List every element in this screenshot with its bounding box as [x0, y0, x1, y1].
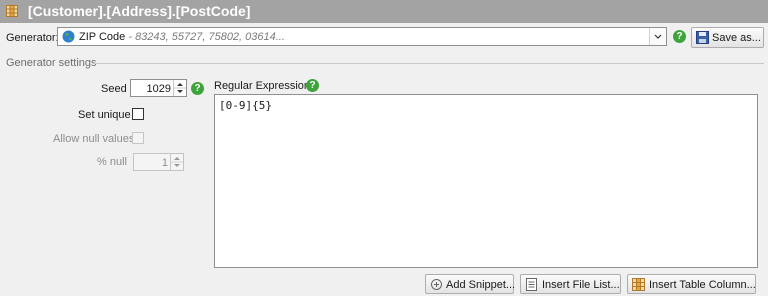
insert-file-list-button[interactable]: Insert File List... [520, 274, 621, 294]
group-divider [94, 63, 764, 64]
globe-icon [62, 30, 75, 43]
allow-null-label: Allow null values [53, 133, 135, 145]
seed-label: Seed [101, 83, 127, 95]
add-snippet-label: Add Snippet... [446, 279, 516, 291]
regex-label: Regular Expression: [214, 80, 314, 92]
seed-help-icon[interactable]: ? [191, 82, 204, 95]
set-unique-label: Set unique [78, 109, 131, 121]
allow-null-checkbox[interactable] [132, 132, 144, 144]
snippet-icon [431, 279, 442, 290]
file-list-icon [526, 278, 537, 291]
pct-null-spin-buttons[interactable] [170, 154, 183, 170]
floppy-disk-icon [696, 31, 709, 44]
regex-textarea[interactable]: [0-9]{5} [214, 94, 758, 268]
regex-value: [0-9]{5} [219, 99, 272, 112]
column-title: [Customer].[Address].[PostCode] [28, 3, 251, 19]
set-unique-checkbox[interactable] [132, 108, 144, 120]
save-as-button[interactable]: Save as... [691, 27, 764, 48]
title-bar: [Customer].[Address].[PostCode] [0, 0, 768, 23]
generator-help-icon[interactable]: ? [673, 30, 686, 43]
generator-example-values: - 83243, 55727, 75802, 03614... [128, 31, 285, 43]
generator-dropdown[interactable]: ZIP Code - 83243, 55727, 75802, 03614... [57, 27, 667, 46]
spin-arrows-icon [174, 83, 186, 93]
insert-table-column-button[interactable]: Insert Table Column... [627, 274, 756, 294]
generator-settings-heading: Generator settings [6, 57, 97, 69]
chevron-down-icon [654, 34, 662, 39]
pct-null-value: 1 [161, 157, 168, 169]
generator-label: Generator: [6, 32, 59, 44]
regex-help-icon[interactable]: ? [306, 79, 319, 92]
pct-null-stepper[interactable]: 1 [133, 153, 184, 171]
generator-name: ZIP Code [79, 31, 126, 43]
seed-stepper[interactable]: 1029 [130, 79, 187, 97]
dropdown-arrow-button[interactable] [649, 28, 666, 45]
seed-spin-buttons[interactable] [173, 80, 186, 96]
pct-null-label: % null [97, 156, 127, 168]
insert-table-column-label: Insert Table Column... [649, 279, 756, 291]
add-snippet-button[interactable]: Add Snippet... [425, 274, 516, 294]
seed-value: 1029 [146, 83, 171, 95]
spin-arrows-icon [171, 157, 183, 167]
table-column-icon [6, 5, 18, 17]
table-column-icon [632, 278, 645, 291]
save-as-label: Save as... [712, 32, 761, 44]
insert-file-list-label: Insert File List... [542, 279, 620, 291]
